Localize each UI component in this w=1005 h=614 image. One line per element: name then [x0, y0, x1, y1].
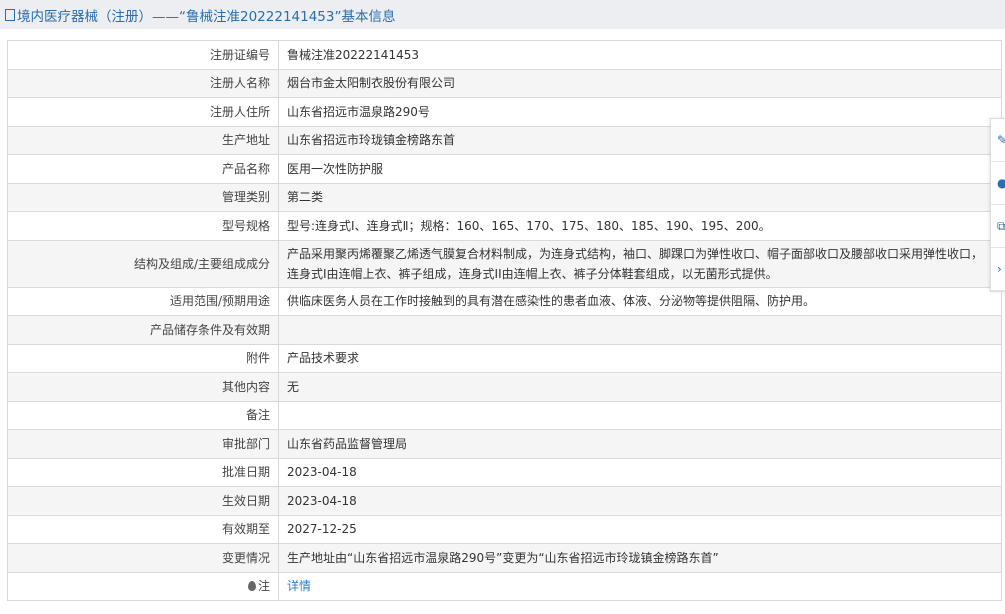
row-label: 审批部门 [7, 429, 279, 459]
row-value: 2027-12-25 [278, 514, 1002, 544]
row-value: 无 [278, 372, 1002, 402]
table-row: 有效期至 2027-12-25 [7, 514, 1002, 544]
page-header: 境内医疗器械（注册）——“鲁械注准20222141453”基本信息 [0, 0, 1005, 29]
table-row: 批准日期 2023-04-18 [7, 457, 1002, 487]
row-label: 注册人名称 [7, 68, 279, 98]
table-row: 审批部门 山东省药品监督管理局 [7, 429, 1002, 459]
row-value: 山东省招远市温泉路290号 [278, 97, 1002, 127]
table-row: 产品储存条件及有效期 [7, 315, 1002, 345]
row-value: 2023-04-18 [278, 486, 1002, 516]
table-row: 注册人名称 烟台市金太阳制衣股份有限公司 [7, 68, 1002, 98]
row-value: 生产地址由“山东省招远市温泉路290号”变更为“山东省招远市玲珑镇金榜路东首” [278, 543, 1002, 573]
row-label: 产品名称 [7, 154, 279, 184]
row-value: 型号:连身式Ⅰ、连身式Ⅱ；规格：160、165、170、175、180、185、… [278, 211, 1002, 241]
row-label: 变更情况 [7, 543, 279, 573]
row-label: 生效日期 [7, 486, 279, 516]
row-value: 山东省药品监督管理局 [278, 429, 1002, 459]
row-value: 医用一次性防护服 [278, 154, 1002, 184]
floating-toolbar: ✎ ● ⧉ › [990, 118, 1005, 292]
table-row: 管理类别 第二类 [7, 182, 1002, 212]
row-label: 管理类别 [7, 182, 279, 212]
row-value: 产品采用聚丙烯覆聚乙烯透气膜复合材料制成，为连身式结构，袖口、脚踝口为弹性收口、… [278, 239, 1002, 288]
row-label: 备注 [7, 400, 279, 430]
row-value: 产品技术要求 [278, 343, 1002, 373]
row-value: 山东省招远市玲珑镇金榜路东首 [278, 125, 1002, 155]
row-value: 详情 [278, 571, 1002, 601]
row-value [278, 315, 1002, 345]
row-label: 型号规格 [7, 211, 279, 241]
row-label: 注册证编号 [7, 40, 279, 70]
row-label: 附件 [7, 343, 279, 373]
note-label: 注 [257, 579, 270, 594]
table-row: 注册证编号 鲁械注准20222141453 [7, 40, 1002, 70]
row-value [278, 400, 1002, 430]
row-label: 生产地址 [7, 125, 279, 155]
pin-icon [247, 581, 256, 592]
document-icon [5, 8, 15, 21]
table-row: 其他内容无 [7, 372, 1002, 402]
table-row: 型号规格 型号:连身式Ⅰ、连身式Ⅱ；规格：160、165、170、175、180、… [7, 211, 1002, 241]
info-table: 注册证编号 鲁械注准20222141453 注册人名称 烟台市金太阳制衣股份有限公司注… [7, 40, 1002, 601]
row-label: 注 [7, 571, 279, 601]
row-label: 产品储存条件及有效期 [7, 315, 279, 345]
row-label: 有效期至 [7, 514, 279, 544]
table-row: 注 详情 [7, 571, 1002, 601]
table-row: 注册人住所 山东省招远市温泉路290号 [7, 97, 1002, 127]
table-row: 生效日期 2023-04-18 [7, 486, 1002, 516]
help-icon[interactable]: ● [991, 162, 1005, 205]
page-title: 境内医疗器械（注册）——“鲁械注准20222141453”基本信息 [17, 8, 396, 25]
row-label: 批准日期 [7, 457, 279, 487]
row-label: 注册人住所 [7, 97, 279, 127]
row-value: 2023-04-18 [278, 457, 1002, 487]
row-label: 结构及组成/主要组成成分 [7, 239, 279, 288]
row-value: 供临床医务人员在工作时接触到的具有潜在感染性的患者血液、体液、分泌物等提供阻隔、… [278, 286, 1002, 316]
table-row: 附件 产品技术要求 [7, 343, 1002, 373]
row-value: 烟台市金太阳制衣股份有限公司 [278, 68, 1002, 98]
chevron-right-icon[interactable]: › [991, 248, 1005, 291]
table-row: 产品名称 医用一次性防护服 [7, 154, 1002, 184]
copy-icon[interactable]: ⧉ [991, 205, 1005, 248]
row-label: 其他内容 [7, 372, 279, 402]
table-row: 备注 [7, 400, 1002, 430]
details-link[interactable]: 详情 [287, 579, 311, 593]
table-row: 结构及组成/主要组成成分 产品采用聚丙烯覆聚乙烯透气膜复合材料制成，为连身式结构，… [7, 239, 1002, 288]
table-row: 生产地址 山东省招远市玲珑镇金榜路东首 [7, 125, 1002, 155]
table-row: 适用范围/预期用途 供临床医务人员在工作时接触到的具有潜在感染性的患者血液、体液、… [7, 286, 1002, 316]
table-row: 变更情况 生产地址由“山东省招远市温泉路290号”变更为“山东省招远市玲珑镇金榜路… [7, 543, 1002, 573]
row-value: 第二类 [278, 182, 1002, 212]
row-label: 适用范围/预期用途 [7, 286, 279, 316]
row-value: 鲁械注准20222141453 [278, 40, 1002, 70]
edit-icon[interactable]: ✎ [991, 119, 1005, 162]
